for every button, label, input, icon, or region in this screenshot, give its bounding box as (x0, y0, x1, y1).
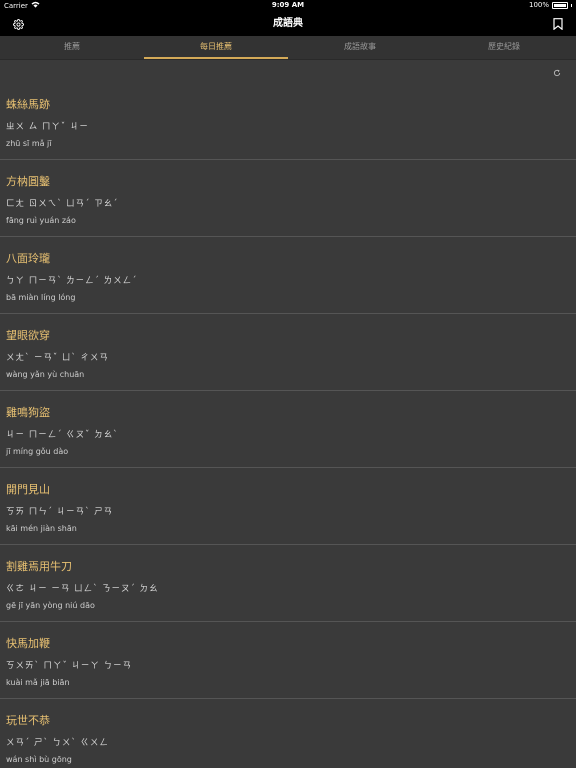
idiom-title: 割雞焉用牛刀 (6, 560, 72, 573)
idiom-pinyin: jī míng gǒu dào (6, 447, 69, 456)
idiom-pinyin: zhū sī mǎ jī (6, 139, 52, 148)
bookmark-icon (553, 15, 563, 34)
idiom-zhuyin: ㄓㄨ ㄙ ㄇㄚˇ ㄐㄧ (6, 122, 89, 132)
idiom-title: 八面玲瓏 (6, 252, 50, 265)
idiom-zhuyin: ㄍㄜ ㄐㄧ ㄧㄢ ㄩㄥˋ ㄋㄧㄡˊ ㄉㄠ (6, 584, 159, 594)
tab-bar: 推薦 每日推薦 成語故事 歷史紀錄 (0, 36, 576, 60)
idiom-title: 蛛絲馬跡 (6, 98, 50, 111)
tab-0[interactable]: 推薦 (0, 36, 144, 59)
idiom-title: 方枘圓鑿 (6, 175, 50, 188)
list-item[interactable]: 蛛絲馬跡ㄓㄨ ㄙ ㄇㄚˇ ㄐㄧ zhū sī mǎ jī (0, 83, 576, 160)
idiom-list: 蛛絲馬跡ㄓㄨ ㄙ ㄇㄚˇ ㄐㄧ zhū sī mǎ jī 方枘圓鑿ㄈㄤ ㄖㄨㄟˋ ㄩ… (0, 83, 576, 768)
idiom-title: 快馬加鞭 (6, 637, 50, 650)
battery-icon (552, 1, 568, 9)
tab-3[interactable]: 歷史紀錄 (432, 36, 576, 59)
idiom-zhuyin: ㄎㄞ ㄇㄣˊ ㄐㄧㄢˋ ㄕㄢ (6, 507, 114, 517)
idiom-pinyin: kāi mén jiàn shān (6, 524, 77, 533)
refresh-icon (553, 62, 561, 81)
list-item[interactable]: 割雞焉用牛刀ㄍㄜ ㄐㄧ ㄧㄢ ㄩㄥˋ ㄋㄧㄡˊ ㄉㄠ gē jī yān yòng… (0, 545, 576, 622)
idiom-title: 玩世不恭 (6, 714, 50, 727)
battery-tip (571, 3, 572, 7)
idiom-zhuyin: ㄐㄧ ㄇㄧㄥˊ ㄍㄡˇ ㄉㄠˋ (6, 430, 119, 440)
page-title: 成語典 (273, 18, 303, 29)
idiom-zhuyin: ㄈㄤ ㄖㄨㄟˋ ㄩㄢˊ ㄗㄠˊ (6, 199, 119, 209)
bookmark-button[interactable] (550, 16, 566, 32)
list-item[interactable]: 方枘圓鑿ㄈㄤ ㄖㄨㄟˋ ㄩㄢˊ ㄗㄠˊ fāng ruì yuán záo (0, 160, 576, 237)
status-time: 9:09 AM (271, 1, 305, 9)
list-item[interactable]: 望眼欲穿ㄨㄤˋ ㄧㄢˇ ㄩˋ ㄔㄨㄢ wàng yǎn yù chuān (0, 314, 576, 391)
list-item[interactable]: 玩世不恭ㄨㄢˊ ㄕˋ ㄅㄨˋ ㄍㄨㄥ wán shì bù gōng (0, 699, 576, 768)
status-right: 100% (529, 1, 572, 9)
idiom-zhuyin: ㄨㄢˊ ㄕˋ ㄅㄨˋ ㄍㄨㄥ (6, 738, 109, 748)
idiom-zhuyin: ㄅㄚ ㄇㄧㄢˋ ㄌㄧㄥˊ ㄌㄨㄥˊ (6, 276, 138, 286)
idiom-pinyin: kuài mǎ jiā biān (6, 678, 70, 687)
status-bar: Carrier 9:09 AM 100% (0, 0, 576, 12)
idiom-pinyin: fāng ruì yuán záo (6, 216, 76, 225)
list-item[interactable]: 八面玲瓏ㄅㄚ ㄇㄧㄢˋ ㄌㄧㄥˊ ㄌㄨㄥˊ bā miàn líng lóng (0, 237, 576, 314)
idiom-pinyin: wán shì bù gōng (6, 755, 72, 764)
tab-1[interactable]: 每日推薦 (144, 36, 288, 59)
battery-percent: 100% (528, 1, 549, 9)
idiom-title: 雞鳴狗盜 (6, 406, 50, 419)
idiom-zhuyin: ㄎㄨㄞˋ ㄇㄚˇ ㄐㄧㄚ ㄅㄧㄢ (6, 661, 133, 671)
list-item[interactable]: 開門見山ㄎㄞ ㄇㄣˊ ㄐㄧㄢˋ ㄕㄢ kāi mén jiàn shān (0, 468, 576, 545)
nav-bar: 成語典 (0, 12, 576, 36)
list-item[interactable]: 雞鳴狗盜ㄐㄧ ㄇㄧㄥˊ ㄍㄡˇ ㄉㄠˋ jī míng gǒu dào (0, 391, 576, 468)
idiom-zhuyin: ㄨㄤˋ ㄧㄢˇ ㄩˋ ㄔㄨㄢ (6, 353, 109, 363)
idiom-title: 望眼欲穿 (6, 329, 50, 342)
refresh-button[interactable] (552, 66, 562, 76)
list-item[interactable]: 快馬加鞭ㄎㄨㄞˋ ㄇㄚˇ ㄐㄧㄚ ㄅㄧㄢ kuài mǎ jiā biān (0, 622, 576, 699)
idiom-pinyin: bā miàn líng lóng (6, 293, 76, 302)
idiom-pinyin: gē jī yān yòng niú dāo (6, 601, 95, 610)
idiom-title: 開門見山 (6, 483, 50, 496)
idiom-pinyin: wàng yǎn yù chuān (6, 370, 85, 379)
tab-2[interactable]: 成語故事 (288, 36, 432, 59)
